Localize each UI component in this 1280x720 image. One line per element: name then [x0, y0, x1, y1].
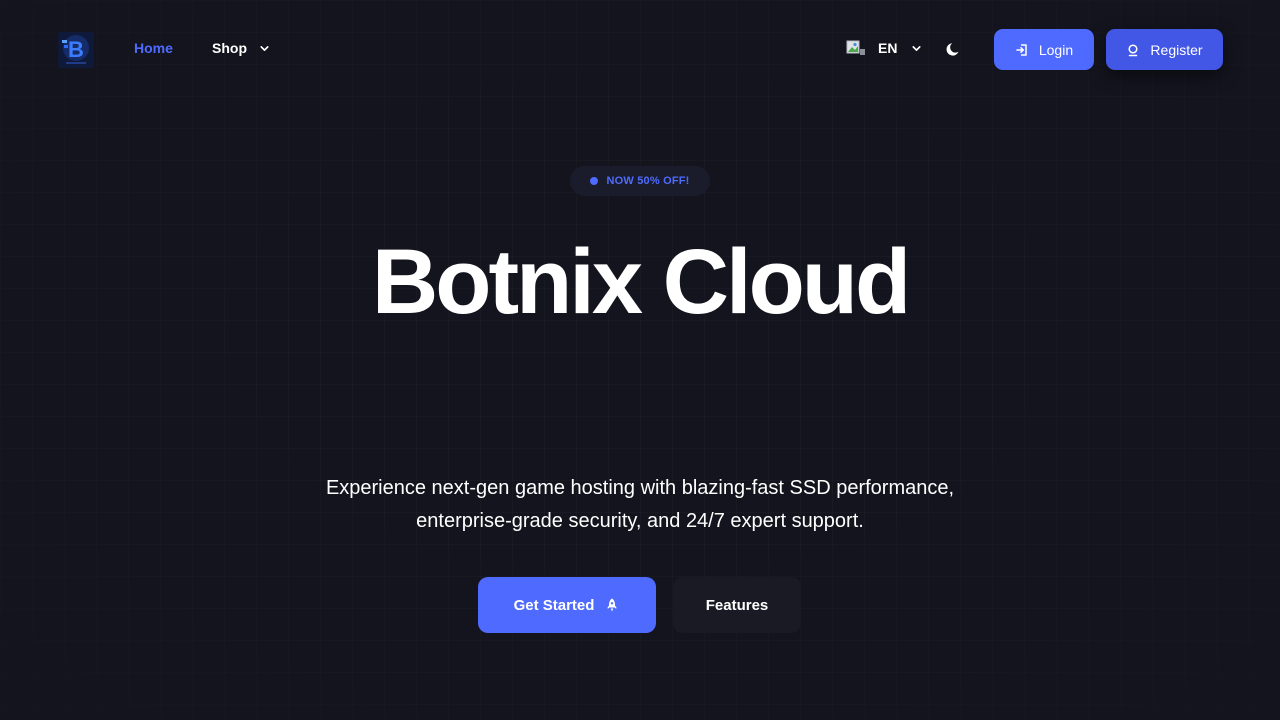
top-navbar: B Home Shop EN Login Register: [0, 0, 1280, 97]
hero-title: Botnix Cloud: [371, 231, 911, 333]
nav-home-link[interactable]: Home: [134, 39, 173, 57]
landing-page: B Home Shop EN Login Register NOW 50% OF…: [0, 0, 1280, 720]
moon-icon[interactable]: [944, 39, 964, 59]
login-button-label: Login: [1038, 41, 1074, 58]
language-selector[interactable]: EN: [846, 38, 923, 58]
broken-flag-image-icon: [846, 40, 865, 55]
user-icon: [1128, 43, 1138, 56]
login-button[interactable]: Login: [994, 29, 1094, 70]
shop-chevron-down-icon[interactable]: [258, 42, 271, 55]
hero-description: Experience next-gen game hosting with bl…: [290, 472, 990, 538]
language-chevron-down-icon: [912, 45, 922, 51]
language-code: EN: [878, 40, 898, 56]
get-started-button[interactable]: Get Started: [478, 577, 656, 633]
svg-text:B: B: [68, 37, 84, 62]
nav-shop-link[interactable]: Shop: [212, 39, 247, 57]
badge-text: NOW 50% OFF!: [606, 175, 690, 187]
badge-dot-icon: [590, 177, 599, 185]
features-button[interactable]: Features: [673, 577, 801, 633]
hero-description-line-1: Experience next-gen game hosting with bl…: [325, 477, 955, 499]
register-button-label: Register: [1150, 41, 1203, 58]
rocket-icon: [607, 598, 618, 612]
botnix-logo-icon[interactable]: B: [58, 32, 94, 68]
hero-description-line-2: enterprise-grade security, and 24/7 expe…: [416, 510, 864, 532]
register-button[interactable]: Register: [1106, 29, 1223, 70]
discount-badge: NOW 50% OFF!: [570, 166, 710, 196]
features-label: Features: [705, 596, 769, 614]
login-arrow-icon: [1016, 43, 1027, 56]
get-started-label: Get Started: [513, 596, 595, 614]
